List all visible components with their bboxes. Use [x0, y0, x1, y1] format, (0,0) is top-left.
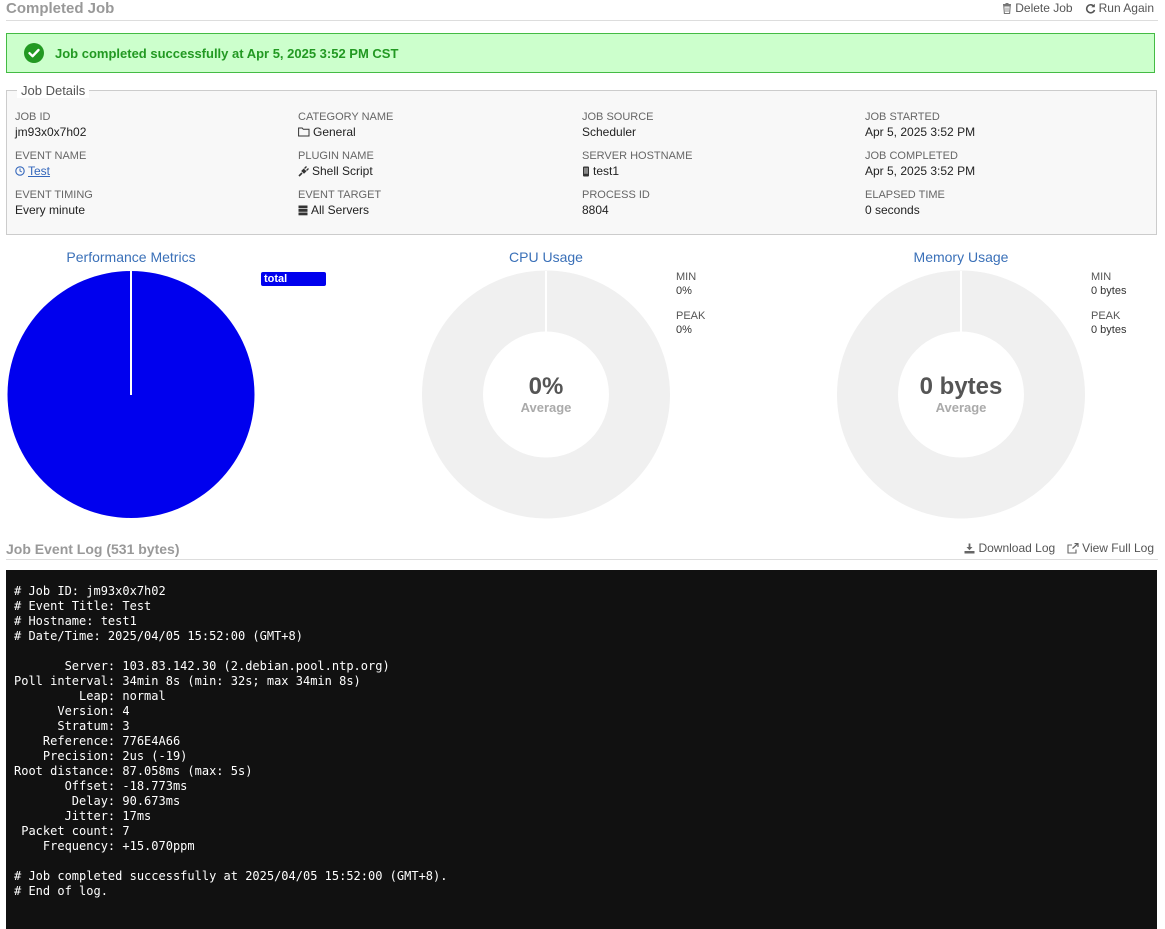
event-name-link[interactable]: Test	[28, 163, 50, 179]
delete-job-label: Delete Job	[1015, 1, 1073, 15]
memory-average-value: 0 bytes	[919, 373, 1003, 400]
memory-min-value: 0 bytes	[1091, 285, 1127, 297]
plugin-name-label: PLUGIN NAME	[298, 150, 374, 162]
event-timing-value: Every minute	[15, 203, 86, 217]
process-id-value: 8804	[582, 203, 609, 217]
job-details-legend: Job Details	[17, 83, 90, 98]
job-started-field: JOB STARTED Apr 5, 2025 3:52 PM	[865, 111, 1135, 150]
elapsed-time-field: ELAPSED TIME 0 seconds	[865, 189, 1135, 228]
cpu-donut-center: 0% Average	[466, 374, 626, 416]
job-started-value: Apr 5, 2025 3:52 PM	[865, 125, 976, 139]
download-log-button[interactable]: Download Log	[964, 541, 1055, 555]
event-name-field: EVENT NAME Test	[15, 150, 285, 189]
run-again-label: Run Again	[1098, 1, 1154, 15]
check-circle-icon	[24, 43, 44, 63]
memory-average-label: Average	[935, 400, 987, 415]
view-full-log-button[interactable]: View Full Log	[1067, 541, 1154, 555]
job-completed-label: JOB COMPLETED	[865, 150, 958, 162]
plug-icon	[298, 165, 309, 177]
page-header: Completed Job Delete Job Run Again	[6, 0, 1158, 21]
process-id-field: PROCESS ID 8804	[582, 189, 852, 228]
page-title: Completed Job	[6, 0, 115, 17]
event-timing-field: EVENT TIMING Every minute	[15, 189, 285, 228]
server-hostname-field: SERVER HOSTNAME test1	[582, 150, 852, 189]
delete-job-button[interactable]: Delete Job	[1002, 1, 1073, 15]
details-column-2: CATEGORY NAME General PLUGIN NAME Shell …	[298, 111, 568, 228]
clock-icon	[15, 166, 25, 176]
cpu-min-value: 0%	[676, 285, 692, 297]
details-column-1: JOB ID jm93x0x7h02 EVENT NAME Test EVENT…	[15, 111, 285, 228]
event-target-value: All Servers	[311, 203, 370, 217]
cpu-average-label: Average	[520, 400, 572, 415]
job-id-field: JOB ID jm93x0x7h02	[15, 111, 285, 150]
job-source-field: JOB SOURCE Scheduler	[582, 111, 852, 150]
mobile-icon	[583, 166, 589, 176]
elapsed-time-label: ELAPSED TIME	[865, 189, 945, 201]
server-hostname-value: test1	[593, 164, 620, 178]
job-started-label: JOB STARTED	[865, 111, 940, 123]
cpu-min-peak: MIN 0% PEAK 0%	[676, 270, 705, 348]
memory-min-label: MIN	[1091, 271, 1112, 283]
download-log-label: Download Log	[978, 541, 1056, 555]
event-name-label: EVENT NAME	[15, 150, 87, 162]
plugin-name-field: PLUGIN NAME Shell Script	[298, 150, 568, 189]
log-header: Job Event Log (531 bytes) Download Log V…	[6, 540, 1158, 560]
job-source-label: JOB SOURCE	[582, 111, 654, 123]
refresh-icon	[1085, 3, 1095, 14]
cpu-peak-label: PEAK	[676, 310, 706, 322]
server-hostname-label: SERVER HOSTNAME	[582, 150, 693, 162]
job-id-label: JOB ID	[15, 111, 51, 123]
category-name-label: CATEGORY NAME	[298, 111, 394, 123]
performance-pie-chart	[7, 271, 255, 518]
event-target-field: EVENT TARGET All Servers	[298, 189, 568, 228]
process-id-label: PROCESS ID	[582, 189, 650, 201]
memory-donut-center: 0 bytes Average	[881, 374, 1041, 416]
job-completed-field: JOB COMPLETED Apr 5, 2025 3:52 PM	[865, 150, 1135, 189]
external-link-icon	[1067, 542, 1079, 554]
memory-min-peak: MIN 0 bytes PEAK 0 bytes	[1091, 270, 1126, 348]
job-completed-value: Apr 5, 2025 3:52 PM	[865, 164, 976, 178]
memory-peak-label: PEAK	[1091, 310, 1121, 322]
category-name-value: General	[313, 125, 356, 139]
memory-peak-value: 0 bytes	[1091, 324, 1127, 336]
job-event-log: # Job ID: jm93x0x7h02 # Event Title: Tes…	[6, 570, 1157, 929]
performance-metrics-title: Performance Metrics	[66, 249, 196, 265]
run-again-button[interactable]: Run Again	[1085, 1, 1154, 15]
job-source-value: Scheduler	[582, 125, 637, 139]
category-name-field: CATEGORY NAME General	[298, 111, 568, 150]
success-banner: Job completed successfully at Apr 5, 202…	[6, 33, 1155, 73]
log-title: Job Event Log (531 bytes)	[6, 541, 180, 557]
memory-usage-title: Memory Usage	[913, 249, 1009, 265]
server-icon	[298, 205, 308, 215]
job-id-value: jm93x0x7h02	[15, 125, 87, 139]
download-icon	[964, 543, 975, 553]
success-message: Job completed successfully at Apr 5, 202…	[55, 45, 399, 61]
event-target-label: EVENT TARGET	[298, 189, 382, 201]
elapsed-time-value: 0 seconds	[865, 203, 920, 217]
event-timing-label: EVENT TIMING	[15, 189, 93, 201]
details-column-4: JOB STARTED Apr 5, 2025 3:52 PM JOB COMP…	[865, 111, 1135, 228]
folder-icon	[298, 127, 310, 137]
details-column-3: JOB SOURCE Scheduler SERVER HOSTNAME tes…	[582, 111, 852, 228]
trash-icon	[1003, 2, 1012, 14]
cpu-min-label: MIN	[676, 271, 697, 283]
cpu-usage-title: CPU Usage	[509, 249, 583, 265]
job-details-panel: Job Details JOB ID jm93x0x7h02 EVENT NAM…	[6, 83, 1157, 235]
plugin-name-value: Shell Script	[312, 164, 373, 178]
cpu-peak-value: 0%	[676, 324, 692, 336]
cpu-average-value: 0%	[528, 373, 564, 400]
view-full-log-label: View Full Log	[1082, 541, 1154, 555]
pie-legend-total: total	[261, 272, 326, 286]
